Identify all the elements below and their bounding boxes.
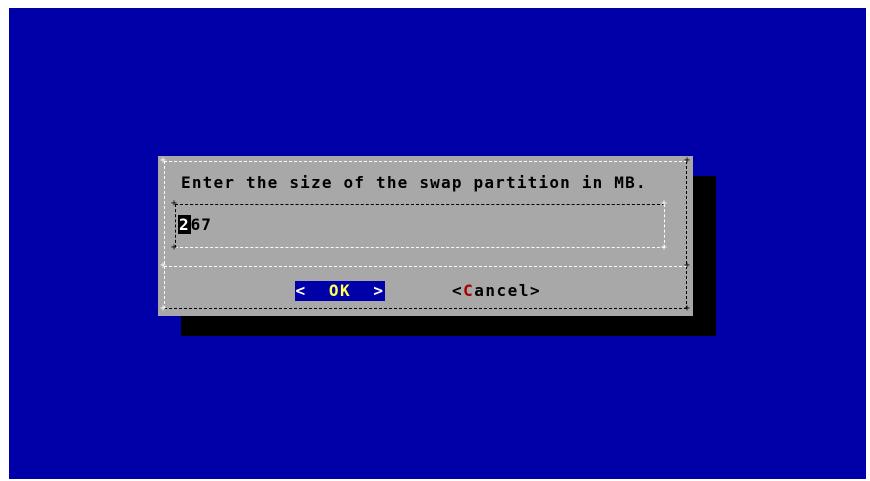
corner-marker: + [160, 303, 167, 314]
ok-button[interactable]: < OK > [295, 281, 385, 301]
input-box-border [175, 204, 665, 248]
swap-size-input[interactable]: 2 67 [178, 215, 212, 234]
corner-marker: + [160, 260, 167, 271]
input-value: 67 [190, 215, 212, 234]
cancel-button[interactable]: <Cancel> [452, 281, 541, 301]
corner-marker: + [171, 242, 178, 253]
cancel-right-bracket: > [529, 281, 542, 300]
cancel-label: ancel [474, 281, 530, 300]
ok-label: K [340, 281, 352, 300]
cancel-hotkey: C [463, 281, 475, 300]
corner-marker: + [661, 242, 668, 253]
corner-marker: + [684, 260, 691, 271]
swap-size-dialog: + + + + + + Enter the size of the swap p… [158, 156, 693, 316]
corner-marker: + [684, 303, 691, 314]
text-cursor: 2 [178, 215, 191, 234]
cancel-left-bracket: < [452, 281, 464, 300]
ok-hotkey: O [328, 281, 340, 300]
console-screen: + + + + + + Enter the size of the swap p… [9, 8, 866, 479]
ok-right-bracket: > [373, 281, 385, 300]
dialog-prompt: Enter the size of the swap partition in … [181, 173, 647, 192]
corner-marker: + [684, 155, 691, 166]
corner-marker: + [661, 198, 668, 209]
corner-marker: + [171, 198, 178, 209]
ok-left-bracket: < [295, 281, 307, 300]
corner-marker: + [160, 155, 167, 166]
button-separator [164, 266, 687, 267]
